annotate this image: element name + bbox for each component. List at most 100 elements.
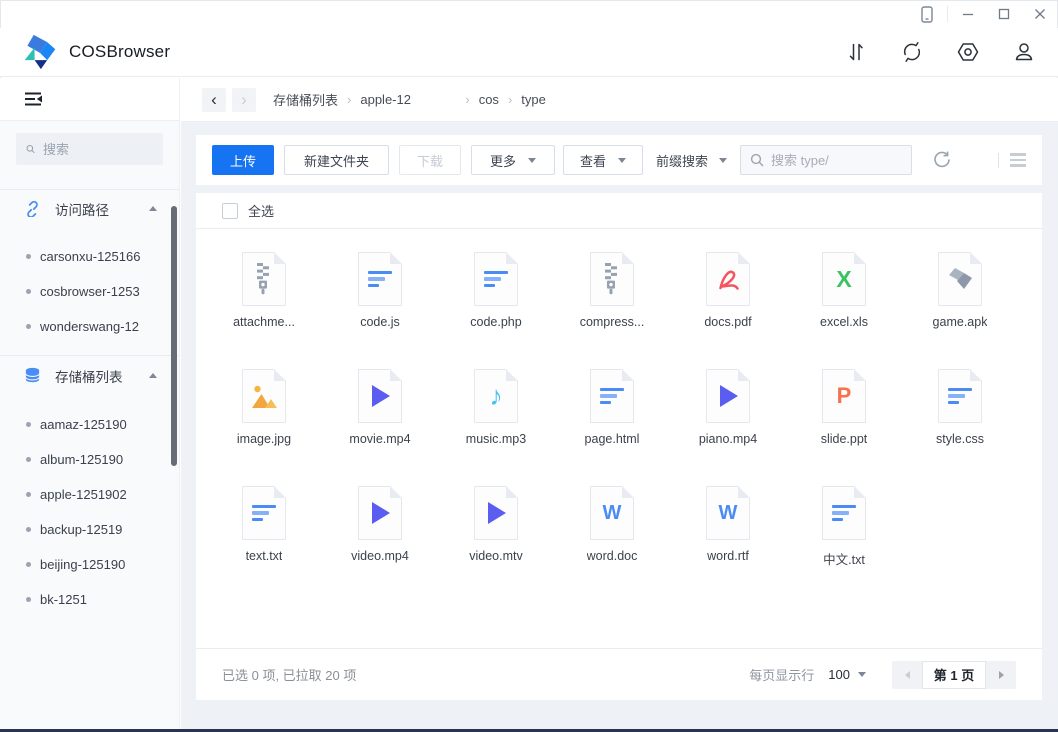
grid-view-icon[interactable] xyxy=(972,153,987,168)
file-search-input[interactable] xyxy=(771,153,901,168)
bucket-item[interactable]: beijing-125190 xyxy=(0,547,179,582)
breadcrumb-item[interactable]: type xyxy=(521,92,546,107)
breadcrumb-item[interactable]: 存储桶列表 xyxy=(273,90,338,109)
bullet-icon xyxy=(26,527,31,532)
file-item[interactable]: text.txt xyxy=(206,486,322,603)
file-item[interactable]: style.css xyxy=(902,369,1018,486)
doc-file-icon xyxy=(590,369,634,423)
item-label: beijing-125190 xyxy=(40,557,125,572)
file-item[interactable]: piano.mp4 xyxy=(670,369,786,486)
file-search-box[interactable] xyxy=(740,145,912,175)
zip-file-icon xyxy=(590,252,634,306)
bucket-item[interactable]: apple-1251902 xyxy=(0,477,179,512)
sidebar-section-buckets[interactable]: 存储桶列表 xyxy=(0,355,179,395)
app-header: COSBrowser xyxy=(0,28,1058,77)
access-path-item[interactable]: cosbrowser-1253 xyxy=(0,274,179,309)
selection-info: 已选 0 项, 已拉取 20 项 xyxy=(222,665,356,684)
search-icon xyxy=(26,142,35,156)
item-label: bk-1251 xyxy=(40,592,87,607)
file-item[interactable]: 中文.txt xyxy=(786,486,902,603)
view-dropdown[interactable]: 查看 xyxy=(563,145,643,175)
list-view-icon[interactable] xyxy=(1010,153,1026,167)
sidebar-search-input[interactable] xyxy=(43,142,153,157)
prev-page-button[interactable] xyxy=(892,661,922,689)
file-item[interactable]: code.php xyxy=(438,252,554,369)
file-name: code.js xyxy=(360,315,400,329)
maximize-button[interactable] xyxy=(986,0,1022,28)
section-label: 存储桶列表 xyxy=(55,366,123,386)
breadcrumb-separator: › xyxy=(347,92,351,107)
music-file-icon: ♪ xyxy=(474,369,518,423)
sidebar-search[interactable] xyxy=(16,133,163,165)
forward-button[interactable]: › xyxy=(232,88,256,112)
back-button[interactable]: ‹ xyxy=(202,88,226,112)
settings-icon[interactable] xyxy=(956,40,980,64)
breadcrumb-item[interactable]: apple-12 xyxy=(360,92,456,107)
bucket-item[interactable]: backup-12519 xyxy=(0,512,179,547)
cosbrowser-window: COSBrowser xyxy=(0,0,1058,732)
per-page-select[interactable]: 100 xyxy=(828,667,866,682)
file-item[interactable]: docs.pdf xyxy=(670,252,786,369)
select-all-checkbox[interactable] xyxy=(222,203,238,219)
close-button[interactable] xyxy=(1022,0,1058,28)
access-path-item[interactable]: carsonxu-125166 xyxy=(0,239,179,274)
file-item[interactable]: page.html xyxy=(554,369,670,486)
file-item[interactable]: Pslide.ppt xyxy=(786,369,902,486)
file-item[interactable]: attachme... xyxy=(206,252,322,369)
minimize-button[interactable] xyxy=(950,0,986,28)
file-item[interactable]: Wword.rtf xyxy=(670,486,786,603)
more-dropdown[interactable]: 更多 xyxy=(471,145,555,175)
chevron-left-icon xyxy=(905,671,910,679)
sync-icon[interactable] xyxy=(900,40,924,64)
file-item[interactable]: video.mtv xyxy=(438,486,554,603)
file-name: style.css xyxy=(936,432,984,446)
bucket-item[interactable]: album-125190 xyxy=(0,442,179,477)
bullet-icon xyxy=(26,422,31,427)
upload-button[interactable]: 上传 xyxy=(212,145,274,175)
next-page-button[interactable] xyxy=(986,661,1016,689)
breadcrumb-separator: › xyxy=(508,92,512,107)
prefix-search-dropdown[interactable]: 前缀搜索 xyxy=(656,151,727,170)
zip-file-icon xyxy=(242,252,286,306)
collapse-section-icon[interactable] xyxy=(149,206,157,211)
main-content: 上传 新建文件夹 下载 更多 查看 前缀搜索 xyxy=(181,122,1058,729)
file-name: video.mp4 xyxy=(351,549,409,563)
file-item[interactable]: image.jpg xyxy=(206,369,322,486)
file-item[interactable]: Xexcel.xls xyxy=(786,252,902,369)
file-item[interactable]: Wword.doc xyxy=(554,486,670,603)
download-button: 下载 xyxy=(399,145,461,175)
collapse-sidebar-icon[interactable] xyxy=(24,90,44,108)
file-item[interactable]: game.apk xyxy=(902,252,1018,369)
transfers-icon[interactable] xyxy=(844,40,868,64)
item-label: cosbrowser-1253 xyxy=(40,284,140,299)
view-label: 查看 xyxy=(580,151,606,170)
breadcrumb-bar: ‹ › 存储桶列表›apple-12›cos›type xyxy=(181,78,1058,122)
sidebar-section-paths[interactable]: 访问路径 xyxy=(0,189,179,227)
pagination: 第 1 页 xyxy=(892,661,1016,689)
file-item[interactable]: video.mp4 xyxy=(322,486,438,603)
file-item[interactable]: ♪music.mp3 xyxy=(438,369,554,486)
mobile-device-icon[interactable] xyxy=(909,0,945,28)
sidebar-scrollbar[interactable] xyxy=(171,206,177,466)
section-label: 访问路径 xyxy=(55,199,109,219)
file-name: page.html xyxy=(585,432,640,446)
access-path-item[interactable]: wonderswang-12 xyxy=(0,309,179,344)
file-name: attachme... xyxy=(233,315,295,329)
bullet-icon xyxy=(26,492,31,497)
file-item[interactable]: compress... xyxy=(554,252,670,369)
user-icon[interactable] xyxy=(1012,40,1036,64)
bullet-icon xyxy=(26,597,31,602)
collapse-section-icon[interactable] xyxy=(149,373,157,378)
new-folder-button[interactable]: 新建文件夹 xyxy=(284,145,389,175)
refresh-icon[interactable] xyxy=(933,151,951,169)
bucket-item[interactable]: aamaz-125190 xyxy=(0,407,179,442)
app-name: COSBrowser xyxy=(69,42,170,62)
select-all-label: 全选 xyxy=(248,201,274,220)
breadcrumb-item[interactable]: cos xyxy=(479,92,499,107)
current-page[interactable]: 第 1 页 xyxy=(922,661,986,689)
file-name: game.apk xyxy=(933,315,988,329)
bucket-item[interactable]: bk-1251 xyxy=(0,582,179,617)
file-item[interactable]: code.js xyxy=(322,252,438,369)
file-item[interactable]: movie.mp4 xyxy=(322,369,438,486)
xls-file-icon: X xyxy=(822,252,866,306)
